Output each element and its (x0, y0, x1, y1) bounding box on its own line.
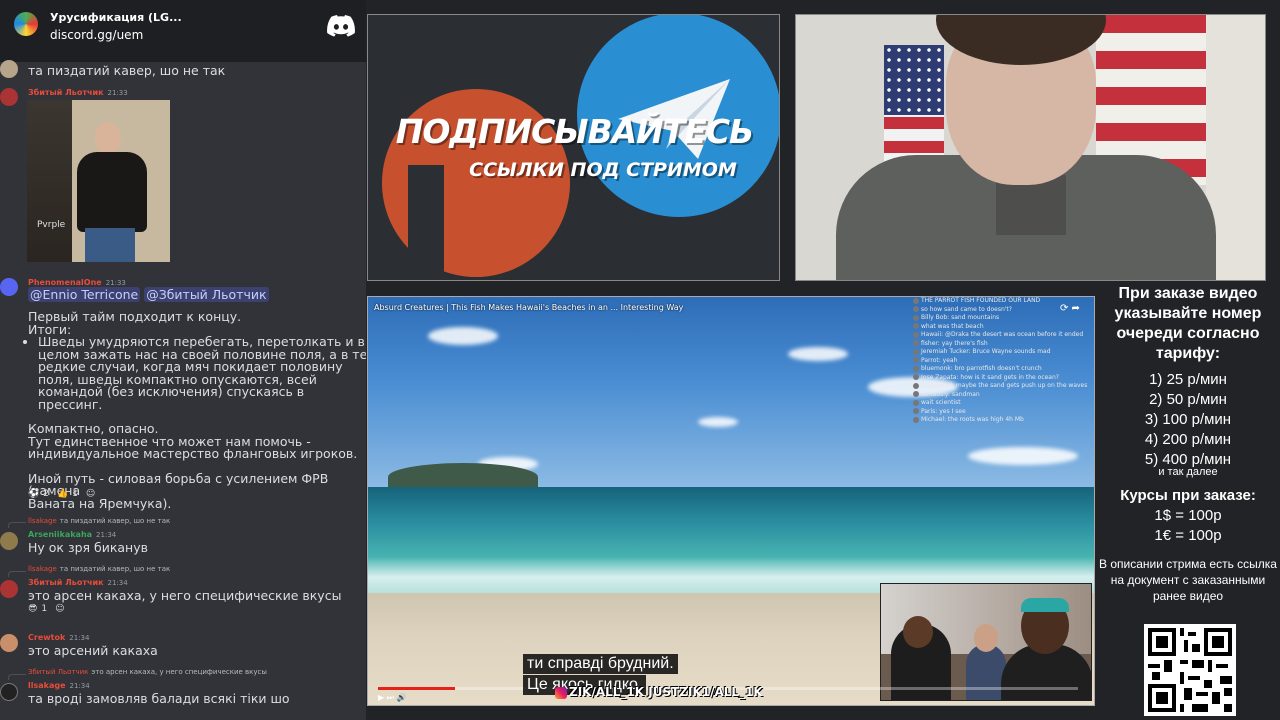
price-item: 4) 200 р/мин (1144, 431, 1232, 448)
message-line: Ваната на Яремчука). (28, 495, 172, 511)
server-header[interactable]: Урусификация (LG... discord.gg/uem (0, 0, 366, 62)
chat-line: Billy Bob: sand mountains (913, 314, 1094, 323)
mention[interactable]: @Збитый Льотчик (144, 287, 269, 302)
message-text: та пиздатий кавер, шо не так (28, 63, 226, 78)
webcam-feed (795, 14, 1266, 281)
reactions: ⚽ 2 👍 1 ☺ (28, 489, 95, 499)
chat-line: Jose Zapata: how is it sand gets in the … (913, 374, 1094, 383)
rate-item: 1$ = 100р (1154, 507, 1222, 524)
message-bullet: Шведы умудряются перебегать, перетолкать… (38, 335, 366, 411)
chat-line: so how sand came to doesn't? (913, 306, 1094, 315)
chat-line: what was that beach (913, 323, 1094, 332)
avatar (0, 88, 18, 106)
avatar (0, 532, 18, 550)
chat-line: Hawaii: @Draka the desert was ocean befo… (913, 331, 1094, 340)
youtube-live-chat: THE PARROT FISH FOUNDED OUR LAND so how … (913, 297, 1094, 425)
add-reaction-icon[interactable]: ☺ (55, 604, 64, 614)
avatar (0, 580, 18, 598)
chat-line: fisher: yay there's fish (913, 340, 1094, 349)
order-info-panel: При заказе видео указывайте номер очеред… (1096, 284, 1280, 720)
reaction[interactable]: 😎 1 (28, 604, 47, 614)
message-text: это арсений какаха (28, 643, 158, 658)
message-author[interactable]: Збитый Льотчик 21:33 (28, 88, 128, 97)
qr-code-icon (1144, 624, 1236, 716)
play-icon[interactable]: ▶ ⏭ 🔊 (378, 693, 406, 703)
message-mentions: @Ennio Terricone @Збитый Льотчик (28, 287, 269, 302)
subscribe-banner: ПОДПИСЫВАЙТЕСЬ ССЫЛКИ ПОД СТРИМОМ (367, 14, 780, 281)
message-text: Ну ок зря биканув (28, 540, 148, 555)
banner-subtitle: ССЫЛКИ ПОД СТРИМОМ (469, 159, 737, 181)
banner-title: ПОДПИСЫВАЙТЕСЬ (395, 112, 754, 151)
reply-preview[interactable]: llsakage та пиздатий кавер, шо не так (28, 517, 170, 525)
message-line: Первый тайм подходит к концу. (28, 309, 242, 324)
reaction[interactable]: 👍 1 (57, 489, 78, 499)
discord-chat-overlay: Урусификация (LG... discord.gg/uem та пи… (0, 0, 366, 720)
chat-line: wait scientist (913, 399, 1094, 408)
chat-message: Crewtok 21:34 это арсений какаха (0, 632, 366, 658)
price-item: 2) 50 р/мин (1149, 391, 1227, 408)
rate-item: 1€ = 100р (1154, 527, 1222, 544)
avatar (0, 683, 18, 701)
avatar (0, 278, 18, 296)
social-handles: ZIK/ALL_1K JUSTZIK1/ALL_1K (553, 685, 763, 699)
reaction-pip-video (880, 583, 1092, 701)
chat-message: llsakage 21:34 та вроді замовляв балади в… (0, 679, 366, 709)
chat-line: Paris: yes I see (913, 408, 1094, 417)
video-player[interactable]: Absurd Creatures | This Fish Makes Hawai… (367, 296, 1095, 706)
price-item: 3) 100 р/мин (1144, 411, 1232, 428)
chat-line: THE PARROT FISH FOUNDED OUR LAND (913, 297, 1094, 306)
price-item: 1) 25 р/мин (1149, 371, 1227, 388)
reactions: 😎 1 ☺ (28, 604, 65, 614)
reply-preview[interactable]: llsakage та пиздатий кавер, шо не так (28, 565, 170, 573)
instagram-icon (555, 686, 567, 699)
chat-line: Jeremiah Tucker: Bruce Wayne sounds mad (913, 348, 1094, 357)
subtitle-line: ти справді брудний. (523, 654, 678, 674)
flag-canton (884, 45, 944, 115)
add-reaction-icon[interactable]: ☺ (86, 489, 95, 499)
long-message: Первый тайм подходит к концу. Итоги: Шве… (28, 309, 366, 511)
server-invite-link[interactable]: discord.gg/uem (50, 28, 143, 42)
message-author[interactable]: Збитый Льотчик 21:34 (28, 578, 128, 587)
chat-message: Збитый Льотчик 21:34 это арсен какаха, у … (0, 576, 366, 603)
message-author[interactable]: Arseniikakaha 21:34 (28, 530, 116, 539)
attached-image[interactable]: Pvrple (27, 100, 170, 262)
patreon-logo-bar (408, 165, 444, 280)
avatar (0, 60, 18, 78)
message-text: та вроді замовляв балади всякі тіки шо (28, 691, 290, 706)
discord-logo-icon (327, 15, 355, 37)
price-etc: и так далее (1158, 466, 1218, 478)
chat-message: Arseniikakaha 21:34 Ну ок зря биканув (0, 528, 366, 555)
avatar (0, 634, 18, 652)
reply-preview[interactable]: Збитый Льотчик это арсен какаха, у него с… (28, 668, 267, 676)
reaction[interactable]: ⚽ 2 (28, 489, 49, 499)
mention[interactable]: @Ennio Terricone (28, 287, 141, 302)
chat-line: Seriously: sandman (913, 391, 1094, 400)
progress-fill (378, 687, 455, 690)
stream-layout: Урусификация (LG... discord.gg/uem та пи… (0, 0, 1280, 720)
server-icon (14, 12, 38, 36)
courses-heading: Курсы при заказе: (1120, 487, 1256, 504)
chat-line: bluemonk: bro parrotfish doesn't crunch (913, 365, 1094, 374)
message-author[interactable]: llsakage 21:34 (28, 681, 90, 690)
chat-message-header: PhenomenalOne 21:33 (0, 276, 366, 296)
server-name: Урусификация (LG... (50, 11, 182, 24)
chat-line: Kidpacked: maybe the sand gets push up o… (913, 382, 1094, 391)
chat-line: Michael: the roots was high 4h Mb (913, 416, 1094, 425)
video-title[interactable]: Absurd Creatures | This Fish Makes Hawai… (374, 303, 683, 312)
message-text: это арсен какаха, у него специфические в… (28, 588, 342, 603)
image-watermark: Pvrple (37, 220, 66, 230)
message-author[interactable]: PhenomenalOne 21:33 (28, 278, 126, 287)
message-author[interactable]: Crewtok 21:34 (28, 633, 89, 642)
chat-line: Parrot: yeah (913, 357, 1094, 366)
info-description: В описании стрима есть ссылка на докумен… (1099, 557, 1277, 603)
info-heading: При заказе видео указывайте номер очеред… (1114, 285, 1262, 362)
message-line: индивидуальное мастерство фланговых игро… (28, 446, 358, 461)
chat-message: та пиздатий кавер, шо не так (0, 60, 366, 78)
